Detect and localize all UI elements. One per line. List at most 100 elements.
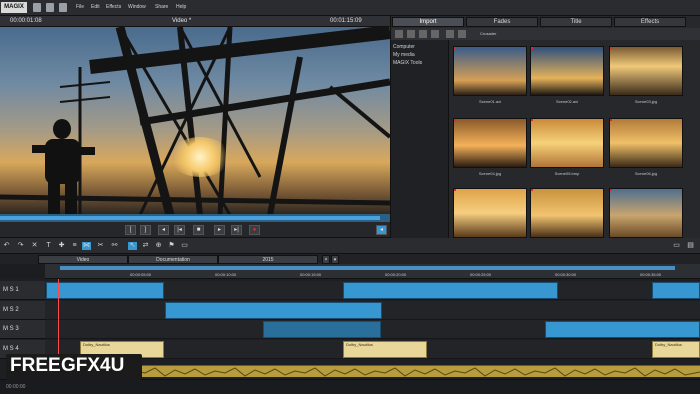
thumb-scene06[interactable] [609,118,683,168]
ripple-icon[interactable]: ⇄ [141,242,150,250]
audio-track[interactable] [45,365,700,377]
thumb-scene03[interactable] [609,46,683,96]
app-logo: MAGIX [1,2,27,13]
menu-edit[interactable]: Edit [91,4,100,10]
thumb-scene05[interactable] [530,118,604,168]
range-bar[interactable] [60,266,675,270]
thumb-scene01[interactable] [453,46,527,96]
thumb-label: Scene03.jpg [634,99,658,104]
tab-fades[interactable]: Fades [466,17,538,27]
tab-close-icon[interactable]: × [322,255,330,264]
redo-icon[interactable]: ↷ [16,242,25,250]
next-marker-button[interactable]: ▸| [231,225,242,235]
tab-2015[interactable]: 2015 [218,255,318,264]
split-icon[interactable]: ✂ [96,242,105,250]
thumb-scene02[interactable] [530,46,604,96]
audio-waveform [45,367,700,377]
delete-icon[interactable]: ✕ [30,242,39,250]
video-clip[interactable] [343,282,558,299]
thumb-scene09[interactable] [609,188,683,238]
video-clip[interactable] [545,321,700,338]
sun-glow [170,137,230,177]
fx-icon[interactable]: ✚ [57,242,66,250]
title-clip-label: Dolby_Nautilus [346,342,373,347]
ruler-label: 00:00:30:00 [555,272,577,277]
ruler-label: 00:00:05:00 [130,272,152,277]
path-breadcrumb[interactable]: Crusader [480,31,496,36]
text-icon[interactable]: T [44,242,53,250]
monitor-icon[interactable]: ▭ [672,242,681,250]
sidebar-item-magix-tools[interactable]: MAGIX Tools [393,60,422,66]
tab-import[interactable]: Import [392,17,464,27]
preview-settings-button[interactable]: ◂ [376,225,387,235]
record-button[interactable]: ● [249,225,260,235]
stop-button[interactable]: ■ [193,225,204,235]
pointer-icon[interactable]: ↖ [128,242,137,250]
forward-icon[interactable] [407,30,415,38]
folder-up-icon[interactable] [419,30,427,38]
status-text: 00:00:00 [6,384,26,390]
track-header-2[interactable]: M S 2 [0,301,45,320]
snap-icon[interactable]: ⋈ [82,242,91,250]
status-bar: 00:00:00 [0,379,700,394]
menu-file[interactable]: File [76,4,84,10]
video-clip[interactable] [263,321,381,338]
new-project-icon[interactable] [33,3,41,12]
ruler-label: 00:00:20:00 [385,272,407,277]
ruler-label: 00:00:25:00 [470,272,492,277]
step-back-button[interactable]: |◂ [174,225,185,235]
marker-icon[interactable]: ⚑ [167,242,176,250]
video-clip[interactable] [46,282,164,299]
tab-video[interactable]: Video [38,255,128,264]
title-clip[interactable]: Dolby_Nautilus [652,341,700,358]
video-preview[interactable] [0,27,390,215]
thumb-scene08[interactable] [530,188,604,238]
storyboard-icon[interactable]: ▭ [180,242,189,250]
title-clip[interactable]: Dolby_Nautilus [343,341,427,358]
menu-effects[interactable]: Effects [106,4,121,10]
prev-marker-button[interactable]: ◂ [158,225,169,235]
thumb-label: Scene05.bmp [554,171,580,176]
thumb-scene04[interactable] [453,118,527,168]
layout-icon[interactable]: ▤ [686,242,695,250]
play-button[interactable]: ▸ [214,225,225,235]
preview-total-time: 00:01:15:09 [330,18,362,24]
preview-title: Video * [172,18,192,24]
zoom-icon[interactable]: ⊕ [154,242,163,250]
open-icon[interactable] [46,3,54,12]
watermark-text-2: GFX4U [61,355,125,376]
menu-help[interactable]: Help [176,4,186,10]
mark-in-button[interactable]: [ [125,225,136,235]
video-clip[interactable] [652,282,700,299]
view-mode-icon[interactable] [458,30,466,38]
thumb-label: Scene04.jpg [478,171,502,176]
track-header-3[interactable]: M S 3 [0,320,45,339]
tab-effects[interactable]: Effects [614,17,686,27]
menu-bar [0,0,700,16]
refresh-icon[interactable] [446,30,454,38]
menu-window[interactable]: Window [128,4,146,10]
undo-icon[interactable]: ↶ [2,242,11,250]
thumb-label: Scene01.avi [478,99,501,104]
save-icon[interactable] [59,3,67,12]
mark-out-button[interactable]: ] [140,225,151,235]
preview-scrubber-fill [0,216,380,220]
sidebar-item-computer[interactable]: Computer [393,44,415,50]
tab-title[interactable]: Title [540,17,612,27]
menu-share[interactable]: Share [155,4,168,10]
tab-documentation[interactable]: Documentation [128,255,218,264]
ruler-label: 00:00:10:00 [215,272,237,277]
thumb-scene07[interactable] [453,188,527,238]
binoculars-icon[interactable] [431,30,439,38]
video-clip[interactable] [165,302,382,319]
track-header-1[interactable]: M S 1 [0,281,45,300]
ruler-label: 00:00:35:00 [640,272,662,277]
watermark-text: FREE [10,355,61,376]
back-icon[interactable] [395,30,403,38]
pool-sidebar [391,40,449,238]
mixer-icon[interactable]: ≡ [70,242,79,250]
link-icon[interactable]: ⚯ [110,242,119,250]
tab-menu-icon[interactable]: ▾ [331,255,339,264]
timeline-toolbar [0,238,700,254]
sidebar-item-my-media[interactable]: My media [393,52,415,58]
